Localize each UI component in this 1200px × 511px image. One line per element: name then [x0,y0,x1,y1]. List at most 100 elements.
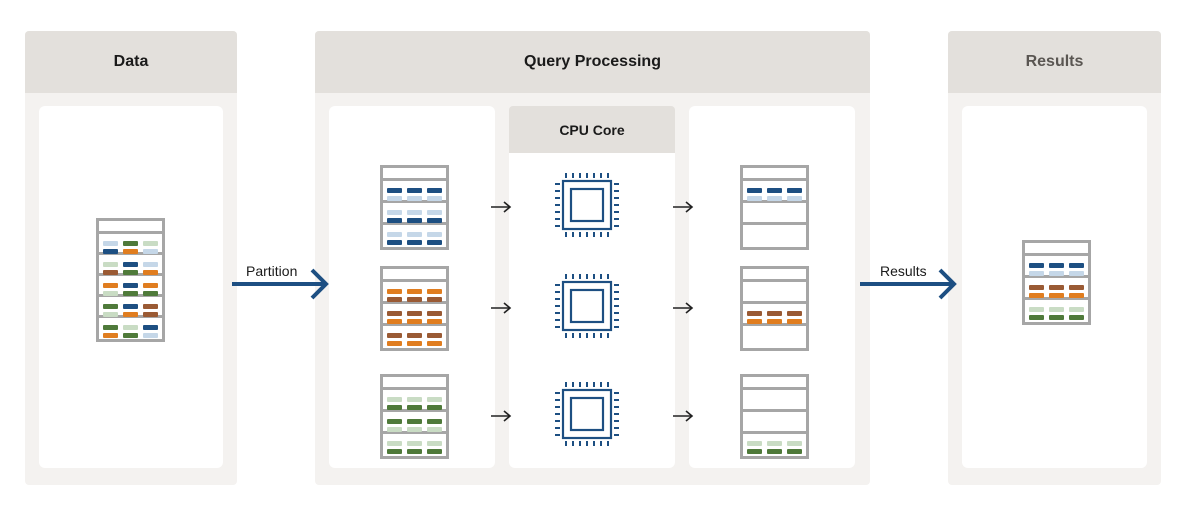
table-cell [427,397,442,402]
table-row [103,262,158,267]
table-header-row [743,377,806,390]
table-row-group [383,181,446,203]
table-cell [387,311,402,316]
table-cell [103,283,118,288]
table-header-row [383,269,446,282]
table-row-group [383,326,446,348]
table-cell [103,304,118,309]
table-cell [143,304,158,309]
table-cell [387,196,402,201]
table-cell [1069,307,1084,312]
table-cell [1049,293,1064,298]
arrow-right-icon [491,201,512,213]
table-row-group [743,390,806,412]
arrow-right-icon [491,302,512,314]
table-row-group [743,304,806,326]
table-cell [1029,263,1044,268]
table-cell [387,297,402,302]
table-row [387,289,442,294]
table-row [747,319,802,324]
table-row [103,249,158,254]
table-header-row [743,168,806,181]
table-cell [123,249,138,254]
table-cell [103,270,118,275]
table-row-group [743,203,806,225]
table-cell [1029,271,1044,276]
cpu-chip-icon [555,382,619,446]
cpu-core-title: CPU Core [509,106,675,153]
table-cell [407,441,422,446]
cpu-chip-icon [555,173,619,237]
table-cell [387,240,402,245]
table-cell [427,419,442,424]
table-cell [1049,263,1064,268]
table-row [747,196,802,201]
table-row-group [1025,278,1088,300]
partition-arrow-icon [232,268,329,300]
table-cell [427,297,442,302]
table-row-group [99,234,162,255]
table-row [387,427,442,432]
table-cell [427,311,442,316]
table-cell [123,325,138,330]
query-processing-title: Query Processing [315,31,870,93]
table-cell [387,232,402,237]
table-row [387,405,442,410]
table-cell [747,449,762,454]
table-cell [787,441,802,446]
table-cell [407,289,422,294]
table-row-group [743,282,806,304]
table-cell [407,196,422,201]
table-row-group [383,390,446,412]
output-table [740,374,809,459]
table-cell [123,241,138,246]
table-cell [407,333,422,338]
table-cell [387,210,402,215]
table-cell [407,297,422,302]
arrow-right-icon [491,410,512,422]
table-cell [103,249,118,254]
table-cell [387,441,402,446]
table-cell [427,405,442,410]
table-cell [427,210,442,215]
table-cell [387,397,402,402]
table-cell [143,241,158,246]
table-cell [103,262,118,267]
results-panel-title: Results [948,31,1161,93]
table-cell [1069,315,1084,320]
table-row [1029,285,1084,290]
table-cell [1029,307,1044,312]
table-cell [1069,285,1084,290]
table-row-group [99,297,162,318]
table-cell [407,427,422,432]
table-header-row [99,221,162,234]
table-row [103,312,158,317]
table-cell [1069,263,1084,268]
table-row-group [383,412,446,434]
table-row-group [743,412,806,434]
table-header-row [743,269,806,282]
table-cell [1029,315,1044,320]
table-cell [427,289,442,294]
table-row-group [383,225,446,247]
table-cell [427,319,442,324]
partition-table [380,374,449,459]
table-row [1029,293,1084,298]
table-cell [143,291,158,296]
table-cell [1049,315,1064,320]
table-cell [387,188,402,193]
arrow-right-icon [673,302,694,314]
table-header-row [1025,243,1088,256]
table-row [387,196,442,201]
table-cell [767,188,782,193]
arrow-right-icon [673,410,694,422]
arrow-right-icon [673,201,694,213]
table-cell [103,241,118,246]
table-cell [123,304,138,309]
table-cell [427,196,442,201]
table-row [103,270,158,275]
table-row [387,397,442,402]
table-row [103,241,158,246]
results-arrow-icon [860,268,957,300]
table-row [103,291,158,296]
